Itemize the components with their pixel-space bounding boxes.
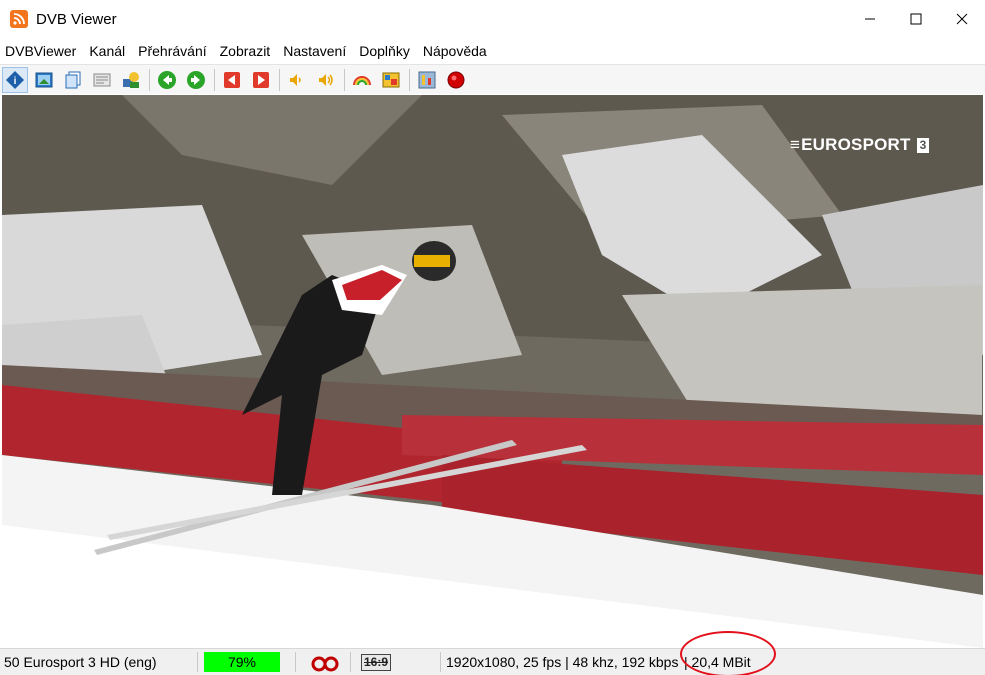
video-display[interactable]: ≡ EUROSPORT 3 bbox=[2, 95, 983, 648]
status-divider bbox=[197, 652, 198, 672]
stereo-icon bbox=[311, 654, 339, 672]
status-bar: 50 Eurosport 3 HD (eng) 79% 16:9 1920x10… bbox=[0, 648, 985, 675]
info-button[interactable]: i bbox=[2, 66, 28, 93]
channel-logo: ≡ EUROSPORT 3 bbox=[790, 135, 930, 155]
teletext-button[interactable] bbox=[89, 67, 115, 93]
channel-logo-number: 3 bbox=[916, 137, 930, 153]
teletext-icon bbox=[93, 73, 111, 86]
next-red-icon bbox=[253, 71, 269, 88]
menu-item-doplnky[interactable]: Doplňky bbox=[358, 38, 418, 64]
menu-item-kanal[interactable]: Kanál bbox=[88, 38, 133, 64]
maximize-icon bbox=[910, 13, 922, 25]
status-divider bbox=[295, 652, 296, 672]
status-channel-name: 50 Eurosport 3 HD (eng) bbox=[4, 654, 157, 670]
back-green-icon bbox=[158, 70, 176, 89]
rainbow-icon bbox=[353, 75, 371, 85]
record-icon bbox=[447, 71, 465, 88]
back-button[interactable] bbox=[154, 67, 180, 93]
close-button[interactable] bbox=[939, 0, 985, 38]
settings-icon bbox=[418, 71, 436, 88]
epg-icon bbox=[123, 71, 139, 88]
close-icon bbox=[956, 13, 968, 25]
image-icon bbox=[382, 72, 400, 87]
volume-down-icon bbox=[290, 73, 301, 86]
toolbar-separator bbox=[214, 68, 215, 91]
forward-button[interactable] bbox=[183, 67, 209, 93]
toolbar-separator bbox=[409, 68, 410, 91]
toolbar: i bbox=[0, 64, 985, 94]
bitrate-highlight-circle bbox=[680, 631, 776, 675]
info-icon: i bbox=[6, 70, 24, 89]
prev-red-icon bbox=[224, 71, 240, 88]
video-frame bbox=[2, 95, 983, 648]
menu-item-nastaveni[interactable]: Nastavení bbox=[282, 38, 354, 64]
eurosport-logo-icon: ≡ bbox=[790, 135, 801, 154]
channel-logo-text: EUROSPORT bbox=[801, 135, 911, 154]
volume-up-button[interactable] bbox=[313, 67, 339, 93]
next-channel-button[interactable] bbox=[248, 67, 274, 93]
signal-strength-bar: 79% bbox=[204, 652, 280, 672]
settings-button[interactable] bbox=[414, 67, 440, 93]
picture-icon bbox=[35, 72, 53, 87]
toolbar-separator bbox=[149, 68, 150, 91]
volume-down-button[interactable] bbox=[284, 67, 310, 93]
title-bar: DVB Viewer bbox=[0, 0, 985, 38]
minimize-icon bbox=[865, 18, 875, 20]
record-button[interactable] bbox=[443, 67, 469, 93]
svg-text:i: i bbox=[14, 76, 17, 87]
stream-info: 1920x1080, 25 fps | 48 khz, 192 kbps bbox=[446, 654, 679, 670]
window-title: DVB Viewer bbox=[36, 10, 117, 28]
maximize-button[interactable] bbox=[893, 0, 939, 38]
rss-icon bbox=[10, 10, 28, 28]
menu-item-dvbviewer[interactable]: DVBViewer bbox=[4, 38, 84, 64]
copy-window-icon bbox=[65, 71, 81, 88]
toolbar-separator bbox=[279, 68, 280, 91]
menu-item-napoveda[interactable]: Nápověda bbox=[422, 38, 495, 64]
equalizer-button[interactable] bbox=[349, 67, 375, 93]
minimize-button[interactable] bbox=[847, 0, 893, 38]
forward-green-icon bbox=[187, 70, 205, 89]
volume-up-icon bbox=[319, 73, 333, 86]
menu-bar: DVBViewer Kanál Přehrávání Zobrazit Nast… bbox=[0, 38, 985, 64]
menu-item-zobrazit[interactable]: Zobrazit bbox=[219, 38, 279, 64]
aspect-ratio-badge: 16:9 bbox=[361, 654, 391, 671]
prev-channel-button[interactable] bbox=[219, 67, 245, 93]
toolbar-separator bbox=[344, 68, 345, 91]
status-divider bbox=[440, 652, 441, 672]
status-divider bbox=[350, 652, 351, 672]
epg-button[interactable] bbox=[118, 67, 144, 93]
signal-strength-value: 79% bbox=[227, 654, 257, 670]
image-button[interactable] bbox=[378, 67, 404, 93]
menu-item-prehravani[interactable]: Přehrávání bbox=[137, 38, 214, 64]
picture-button[interactable] bbox=[31, 67, 57, 93]
copy-window-button[interactable] bbox=[60, 67, 86, 93]
